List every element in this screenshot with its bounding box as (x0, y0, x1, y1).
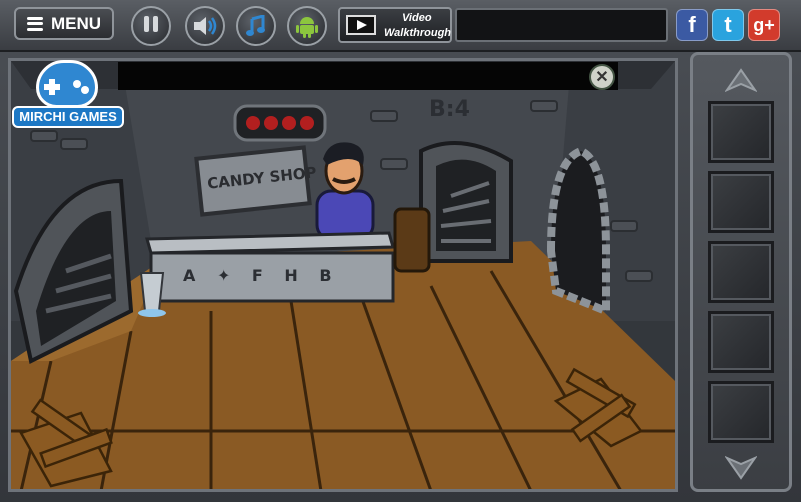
pause-button[interactable] (131, 6, 171, 46)
google-plus-button[interactable]: g+ (748, 9, 780, 41)
android-button[interactable] (287, 6, 327, 46)
arrow-up-icon (725, 68, 757, 92)
inventory-slot-5[interactable] (708, 381, 774, 443)
android-icon (296, 17, 318, 38)
facebook-button[interactable]: f (676, 9, 708, 41)
inventory-slot-3[interactable] (708, 241, 774, 303)
right-door[interactable] (547, 147, 611, 313)
gamepad-icon (36, 60, 98, 108)
left-stairway[interactable] (19, 181, 129, 351)
inventory-slot-4[interactable] (708, 311, 774, 373)
inventory-slot-2[interactable] (708, 171, 774, 233)
game-frame: MENU Video Walkthrough f t g+ B:4 CANDY … (0, 0, 801, 502)
logo-text: MIRCHI GAMES (12, 106, 124, 128)
music-button[interactable] (236, 6, 276, 46)
message-bar (118, 62, 618, 90)
counter-symbols[interactable]: A ✦ F H B (183, 266, 340, 285)
sound-button[interactable] (185, 6, 225, 46)
twitter-button[interactable]: t (712, 9, 744, 41)
close-icon: ✕ (595, 69, 609, 86)
back-stairway[interactable] (419, 141, 513, 263)
inventory-panel (690, 52, 792, 492)
twitter-icon: t (724, 12, 732, 37)
video-walkthrough-button[interactable]: Video Walkthrough (338, 7, 452, 43)
video-label-line1: Video (402, 12, 432, 24)
menu-button[interactable]: MENU (14, 7, 114, 40)
menu-label: MENU (50, 13, 102, 33)
inventory-slot-1[interactable] (708, 101, 774, 163)
inventory-up-button[interactable] (719, 65, 763, 95)
arrow-down-icon (725, 456, 757, 480)
top-toolbar: MENU Video Walkthrough f t g+ (0, 0, 801, 52)
speaker-icon (194, 17, 217, 35)
facebook-icon: f (688, 12, 696, 37)
mirchi-games-logo[interactable]: MIRCHI GAMES (12, 60, 124, 132)
room-label: B:4 (429, 97, 470, 122)
google-plus-icon: g+ (753, 14, 775, 35)
close-message-button[interactable]: ✕ (589, 64, 615, 90)
music-note-icon (246, 15, 265, 36)
inventory-down-button[interactable] (719, 453, 763, 483)
video-label-line2: Walkthrough (384, 27, 452, 39)
wood-planks-left[interactable] (19, 409, 115, 489)
bucket[interactable] (139, 271, 167, 317)
status-bar (455, 8, 668, 42)
shopkeeper[interactable] (311, 141, 375, 241)
video-play-icon (346, 15, 376, 35)
pause-icon (142, 15, 160, 37)
wood-planks-right[interactable] (551, 373, 647, 453)
hamburger-icon (26, 16, 43, 31)
